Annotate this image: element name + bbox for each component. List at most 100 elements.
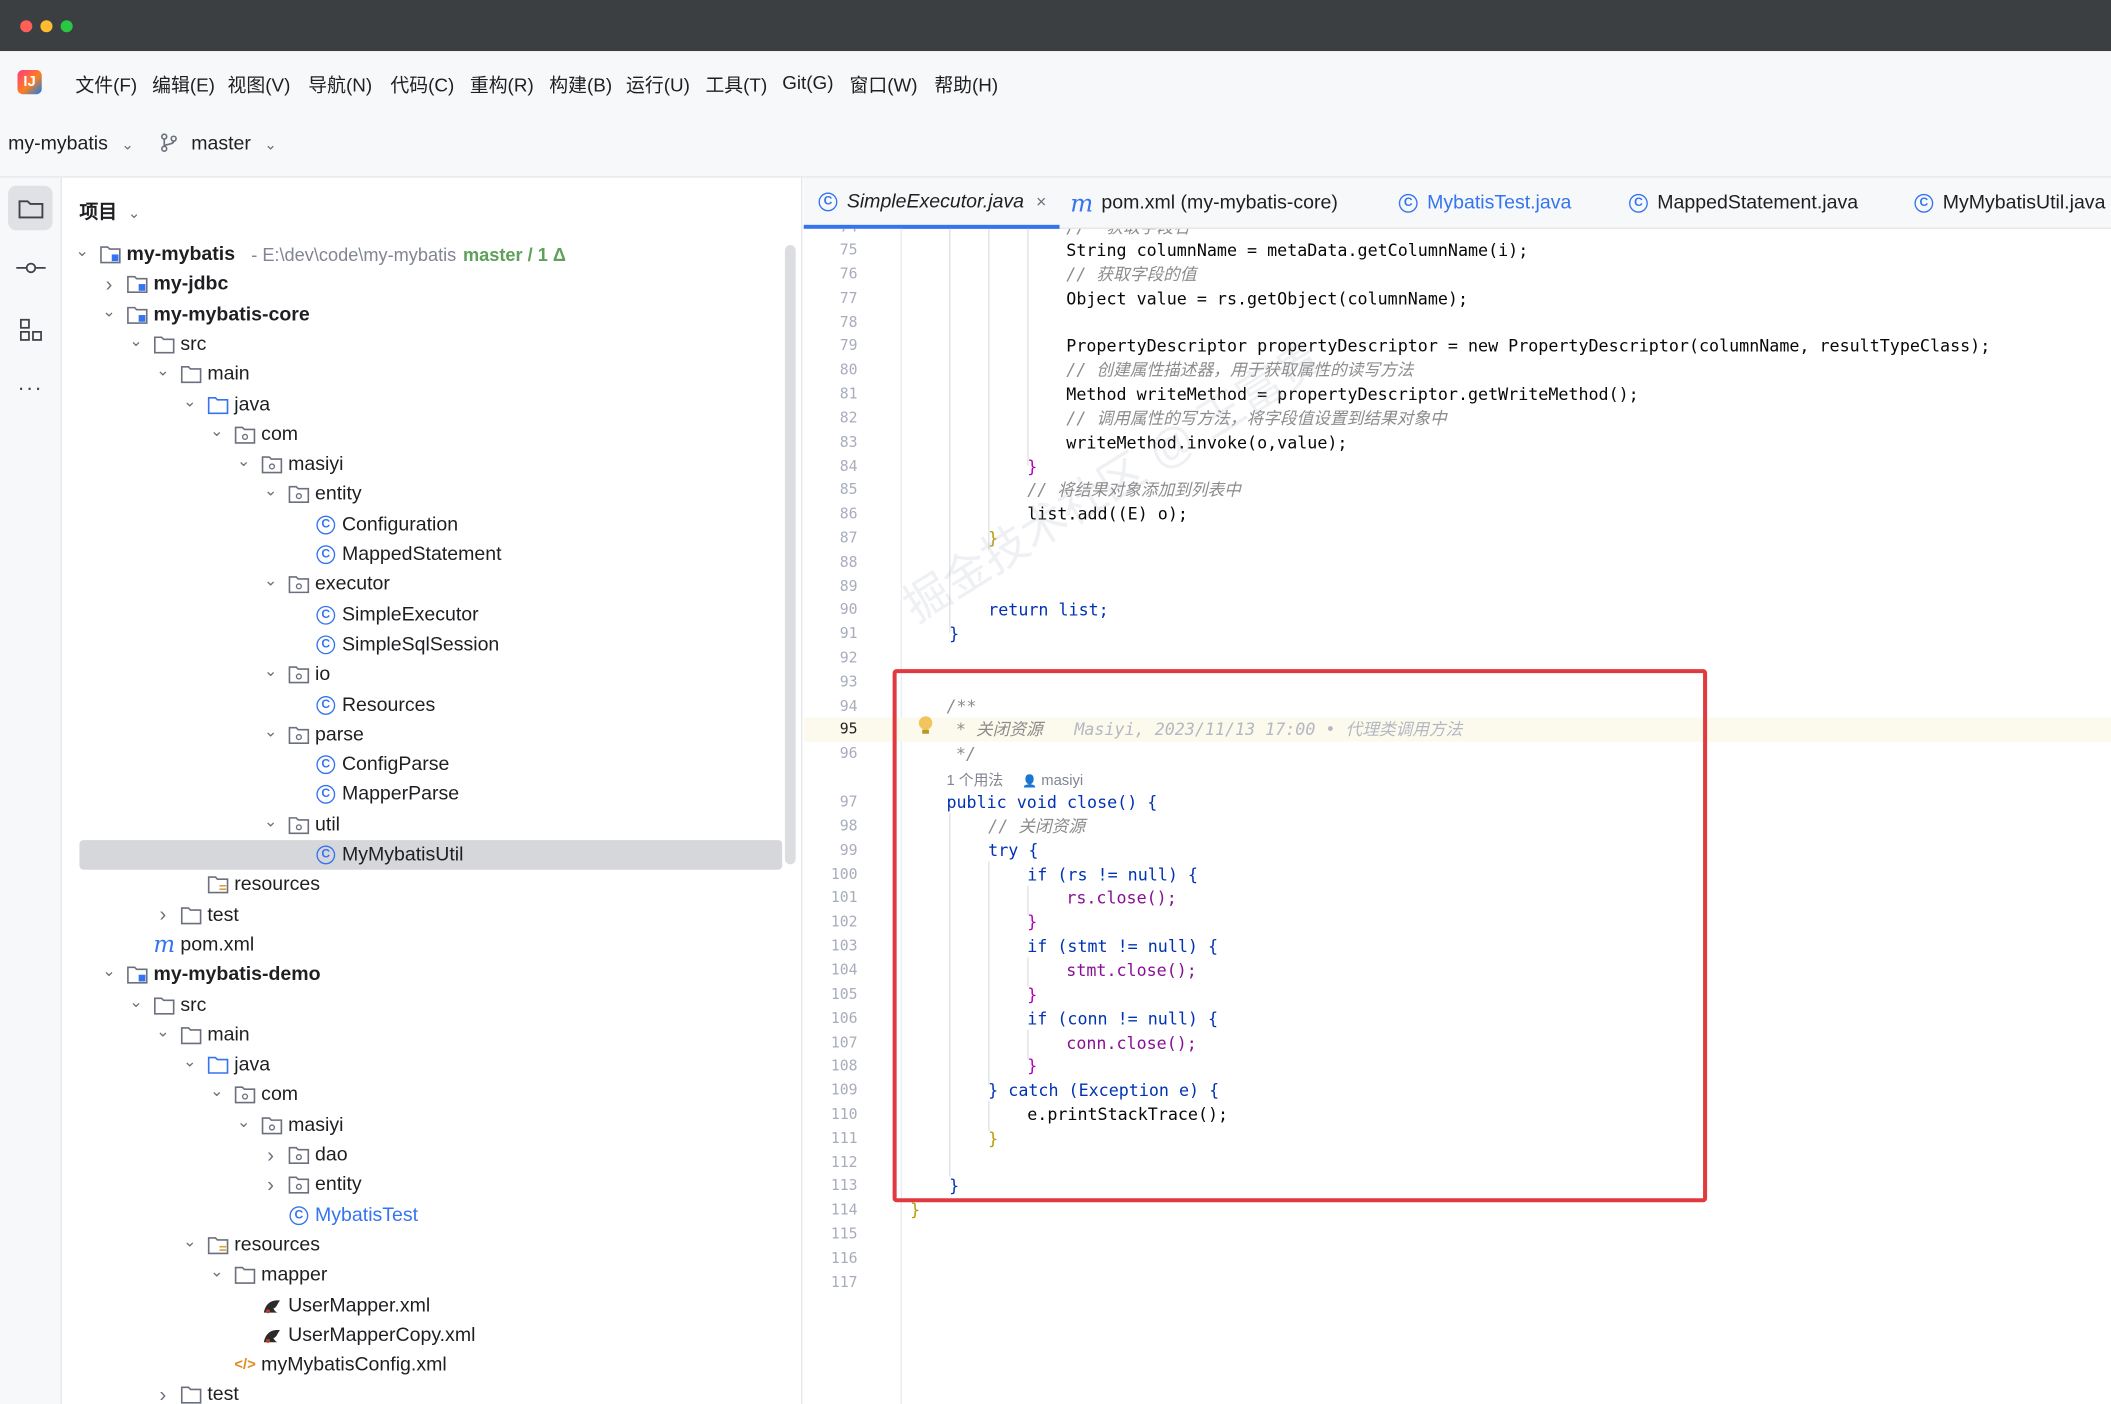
- chevron-down-icon[interactable]: ⌄: [261, 661, 280, 680]
- branch-switcher[interactable]: master ⌄: [160, 133, 277, 155]
- line-number[interactable]: 107: [804, 1031, 858, 1055]
- line-number[interactable]: 111: [804, 1127, 858, 1151]
- chevron-right-icon[interactable]: ›: [100, 273, 119, 296]
- tree-item[interactable]: ⌄ io: [261, 660, 330, 690]
- menu-window[interactable]: 窗口(W): [850, 71, 918, 98]
- chevron-right-icon[interactable]: ›: [261, 1144, 280, 1167]
- intellij-logo-icon[interactable]: IJ: [17, 70, 42, 95]
- menu-build[interactable]: 构建(B): [549, 71, 612, 98]
- chevron-right-icon[interactable]: ›: [261, 1174, 280, 1197]
- chevron-down-icon[interactable]: ⌄: [261, 721, 280, 740]
- menu-code[interactable]: 代码(C): [390, 71, 454, 98]
- line-number[interactable]: 100: [804, 863, 858, 887]
- line-number[interactable]: 116: [804, 1247, 858, 1271]
- menu-view[interactable]: 视图(V): [228, 71, 291, 98]
- tab-mapped-statement[interactable]: C MappedStatement.java: [1628, 178, 1858, 229]
- menu-git[interactable]: Git(G): [782, 71, 833, 93]
- line-number[interactable]: 92: [804, 646, 858, 670]
- line-number[interactable]: 102: [804, 910, 858, 934]
- chevron-down-icon[interactable]: ⌄: [207, 421, 226, 440]
- chevron-down-icon[interactable]: ⌄: [180, 1052, 199, 1071]
- more-tools-button[interactable]: ···: [8, 366, 52, 410]
- menu-refactor[interactable]: 重构(R): [470, 71, 534, 98]
- maximize-window-icon[interactable]: [60, 20, 73, 33]
- tree-item[interactable]: m pom.xml: [127, 930, 254, 960]
- tree-item[interactable]: ⌄ src: [127, 330, 206, 360]
- tree-item[interactable]: C SimpleSqlSession: [288, 630, 499, 660]
- chevron-down-icon[interactable]: ⌄: [127, 331, 146, 350]
- tree-item[interactable]: › entity: [261, 1170, 361, 1200]
- tree-item[interactable]: ⌄ masiyi: [234, 450, 344, 480]
- line-number[interactable]: 83: [804, 431, 858, 455]
- menu-edit[interactable]: 编辑(E): [152, 71, 215, 98]
- line-number[interactable]: 75: [804, 238, 858, 262]
- line-number[interactable]: 81: [804, 382, 858, 406]
- close-icon[interactable]: ×: [1036, 191, 1046, 211]
- tree-item[interactable]: ⌄ executor: [261, 570, 390, 600]
- tree-item[interactable]: ⌄ main: [153, 1020, 250, 1050]
- tab-my-mybatis-util[interactable]: C MyMybatisUtil.java: [1913, 178, 2105, 229]
- line-number[interactable]: 96: [804, 742, 858, 766]
- tree-item[interactable]: ⌄ com: [207, 420, 298, 450]
- chevron-down-icon[interactable]: ⌄: [100, 962, 119, 981]
- tree-item[interactable]: ⌄ java: [180, 390, 270, 420]
- commit-tool-button[interactable]: [8, 245, 52, 289]
- tab-mybatis-test[interactable]: C MybatisTest.java: [1397, 178, 1571, 229]
- chevron-down-icon[interactable]: ⌄: [261, 811, 280, 830]
- menu-tools[interactable]: 工具(T): [705, 71, 767, 98]
- line-number[interactable]: 77: [804, 287, 858, 311]
- chevron-down-icon[interactable]: ⌄: [207, 1082, 226, 1101]
- menu-file[interactable]: 文件(F): [75, 71, 137, 98]
- tab-simple-executor[interactable]: C SimpleExecutor.java ×: [803, 178, 1060, 229]
- line-number[interactable]: 98: [804, 815, 858, 839]
- tree-item[interactable]: ⌄ my-mybatis-demo: [100, 960, 321, 990]
- tree-item[interactable]: C MyMybatisUtil: [79, 840, 783, 870]
- line-number[interactable]: 112: [804, 1151, 858, 1175]
- line-number[interactable]: 91: [804, 622, 858, 646]
- tree-item[interactable]: ⌄ mapper: [207, 1260, 327, 1290]
- line-number[interactable]: 104: [804, 959, 858, 983]
- tree-item[interactable]: ⌄ com: [207, 1080, 298, 1110]
- tree-item[interactable]: ⌄ main: [153, 360, 250, 390]
- chevron-down-icon[interactable]: ⌄: [153, 361, 172, 380]
- chevron-down-icon[interactable]: ⌄: [234, 451, 253, 470]
- tree-item[interactable]: C Resources: [288, 690, 435, 720]
- tree-item[interactable]: › test: [153, 900, 239, 930]
- line-number[interactable]: 105: [804, 983, 858, 1007]
- line-number[interactable]: 88: [804, 551, 858, 575]
- line-number[interactable]: 76: [804, 263, 858, 287]
- minimize-window-icon[interactable]: [40, 20, 53, 33]
- project-panel-title[interactable]: 项目 ⌄: [79, 198, 140, 225]
- line-number[interactable]: 79: [804, 334, 858, 358]
- line-number[interactable]: 101: [804, 886, 858, 910]
- chevron-down-icon[interactable]: ⌄: [261, 481, 280, 500]
- tree-item[interactable]: ⌄ parse: [261, 720, 364, 750]
- chevron-right-icon[interactable]: ›: [153, 1384, 172, 1404]
- tree-item[interactable]: C MapperParse: [288, 780, 459, 810]
- line-number[interactable]: 117: [804, 1271, 858, 1295]
- tree-item[interactable]: </> myMybatisConfig.xml: [207, 1350, 446, 1380]
- line-number[interactable]: 82: [804, 407, 858, 431]
- line-number[interactable]: 84: [804, 455, 858, 479]
- line-number[interactable]: 90: [804, 598, 858, 622]
- tree-item[interactable]: UserMapper.xml: [234, 1290, 430, 1320]
- line-number[interactable]: 103: [804, 934, 858, 958]
- tree-item[interactable]: ⌄ java: [180, 1050, 270, 1080]
- tree-item[interactable]: › my-jdbc: [100, 270, 229, 300]
- chevron-down-icon[interactable]: ⌄: [207, 1262, 226, 1281]
- tree-item[interactable]: ⌄ my-mybatis-core: [100, 300, 310, 330]
- line-number[interactable]: 85: [804, 478, 858, 502]
- tree-item[interactable]: UserMapperCopy.xml: [234, 1320, 475, 1350]
- line-number[interactable]: 78: [804, 311, 858, 335]
- chevron-down-icon[interactable]: ⌄: [73, 241, 92, 260]
- line-number[interactable]: 94: [804, 695, 858, 719]
- line-number[interactable]: 115: [804, 1222, 858, 1246]
- tree-item[interactable]: ⌄ resources: [180, 1230, 320, 1260]
- menu-run[interactable]: 运行(U): [626, 71, 690, 98]
- line-number[interactable]: 99: [804, 839, 858, 863]
- chevron-down-icon[interactable]: ⌄: [153, 1022, 172, 1041]
- line-number[interactable]: 97: [804, 790, 858, 814]
- tree-item[interactable]: ⌄ util: [261, 810, 340, 840]
- line-number[interactable]: 106: [804, 1007, 858, 1031]
- chevron-down-icon[interactable]: ⌄: [127, 992, 146, 1011]
